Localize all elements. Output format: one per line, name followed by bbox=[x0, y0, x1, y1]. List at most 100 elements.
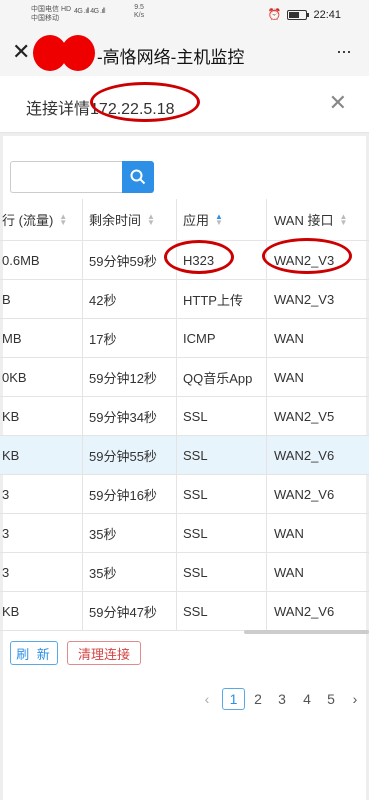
cell-traffic: MB bbox=[2, 330, 22, 346]
table-row[interactable]: KB 59分钟47秒 SSL WAN2_V6 bbox=[0, 592, 369, 631]
cell-traffic: 3 bbox=[2, 486, 10, 502]
cell-wan: WAN2_V6 bbox=[274, 486, 335, 502]
carrier-info: 中国电信 HD 中国移动 bbox=[31, 5, 71, 23]
page-current[interactable]: 1 bbox=[222, 688, 245, 710]
cell-wan: WAN bbox=[274, 330, 304, 346]
column-header-wan[interactable]: WAN 接口 ▲ ▼ bbox=[266, 199, 369, 240]
redaction-mark bbox=[33, 35, 97, 71]
cell-traffic: KB bbox=[2, 447, 20, 463]
column-header-remaining[interactable]: 剩余时间 ▲ ▼ bbox=[82, 199, 176, 240]
close-panel-icon[interactable]: ✕ bbox=[329, 92, 347, 114]
cell-traffic: 0KB bbox=[2, 369, 27, 385]
cell-remaining: 59分钟59秒 bbox=[89, 253, 157, 269]
cell-app: SSL bbox=[183, 447, 208, 463]
ip-address: 172.22.5.18 bbox=[90, 101, 175, 118]
cell-remaining: 59分钟55秒 bbox=[89, 448, 157, 464]
cell-wan: WAN2_V6 bbox=[274, 603, 335, 619]
cell-app: QQ音乐App bbox=[183, 370, 253, 386]
cell-wan: WAN bbox=[274, 564, 304, 580]
column-divider bbox=[266, 199, 267, 631]
signal-icon: 4G .ıll 4G .ıll bbox=[74, 8, 106, 15]
table-row[interactable]: KB 59分钟34秒 SSL WAN2_V5 bbox=[0, 397, 369, 436]
connection-table: 行 (流量) ▲ ▼ 剩余时间 ▲ ▼ 应用 ▲ ▼ WAN 接口 ▲ ▼ 0.6MB 59分钟5… bbox=[0, 199, 369, 631]
table-header-row: 行 (流量) ▲ ▼ 剩余时间 ▲ ▼ 应用 ▲ ▼ WAN 接口 ▲ ▼ bbox=[0, 199, 369, 241]
speed-unit: K/s bbox=[134, 12, 145, 19]
sort-icon[interactable]: ▲ ▼ bbox=[59, 212, 67, 226]
hd-badge: HD bbox=[60, 6, 72, 13]
close-icon[interactable]: ✕ bbox=[12, 40, 30, 64]
cell-remaining: 59分钟12秒 bbox=[89, 370, 157, 386]
cell-wan: WAN2_V3 bbox=[274, 252, 335, 268]
page-title: -高恪网络-主机监控 bbox=[97, 48, 245, 67]
cell-app: H323 bbox=[183, 252, 215, 268]
panel-label: 连接详情 bbox=[26, 101, 91, 118]
cell-remaining: 35秒 bbox=[89, 565, 117, 581]
search-icon bbox=[130, 169, 146, 185]
cell-wan: WAN2_V3 bbox=[274, 291, 335, 307]
column-divider bbox=[176, 199, 177, 631]
column-divider bbox=[82, 199, 83, 631]
cell-wan: WAN2_V5 bbox=[274, 408, 335, 424]
cell-remaining: 59分钟16秒 bbox=[89, 487, 157, 503]
column-header-app[interactable]: 应用 ▲ ▼ bbox=[176, 199, 266, 240]
cell-wan: WAN bbox=[274, 525, 304, 541]
cell-remaining: 42秒 bbox=[89, 292, 117, 308]
app-header: ✕ -高恪网络-主机监控 ··· bbox=[0, 30, 369, 76]
cell-app: SSL bbox=[183, 486, 208, 502]
sort-icon[interactable]: ▲ ▼ bbox=[147, 212, 155, 226]
cell-traffic: KB bbox=[2, 603, 20, 619]
speed-value: 9.5 bbox=[134, 4, 144, 11]
table-row[interactable]: 3 35秒 SSL WAN bbox=[0, 514, 369, 553]
table-row[interactable]: MB 17秒 ICMP WAN bbox=[0, 319, 369, 358]
table-row[interactable]: B 42秒 HTTP上传 WAN2_V3 bbox=[0, 280, 369, 319]
cell-wan: WAN2_V6 bbox=[274, 447, 335, 463]
clear-connections-button[interactable]: 清理连接 bbox=[67, 641, 141, 665]
cell-app: SSL bbox=[183, 603, 208, 619]
status-right: ⏰ 22:41 bbox=[267, 8, 341, 22]
cell-app: HTTP上传 bbox=[183, 292, 243, 308]
search-button[interactable] bbox=[122, 161, 154, 193]
cell-app: ICMP bbox=[183, 330, 216, 346]
table-row[interactable]: 3 35秒 SSL WAN bbox=[0, 553, 369, 592]
battery-icon bbox=[287, 9, 310, 20]
cell-remaining: 17秒 bbox=[89, 331, 117, 347]
search-input[interactable] bbox=[10, 161, 122, 193]
clock: 22:41 bbox=[313, 8, 341, 21]
cell-app: SSL bbox=[183, 564, 208, 580]
horizontal-scrollbar[interactable] bbox=[244, 630, 369, 634]
page-link[interactable]: 2 bbox=[250, 688, 266, 710]
pagination: ‹ 1 2 3 4 5 › bbox=[0, 688, 369, 712]
cell-traffic: B bbox=[2, 291, 11, 307]
next-page-icon[interactable]: › bbox=[348, 688, 362, 710]
cell-app: SSL bbox=[183, 525, 208, 541]
panel-header: 连接详情172.22.5.18 ✕ bbox=[0, 76, 369, 133]
cell-traffic: 3 bbox=[2, 564, 10, 580]
table-row[interactable]: 3 59分钟16秒 SSL WAN2_V6 bbox=[0, 475, 369, 514]
page-link[interactable]: 4 bbox=[299, 688, 315, 710]
panel-title: 连接详情172.22.5.18 bbox=[26, 95, 175, 119]
cell-traffic: 3 bbox=[2, 525, 10, 541]
cell-remaining: 59分钟34秒 bbox=[89, 409, 157, 425]
network-speed: 9.5 K/s bbox=[134, 4, 144, 20]
refresh-button[interactable]: 刷 新 bbox=[10, 641, 58, 665]
table-row[interactable]: KB 59分钟55秒 SSL WAN2_V6 bbox=[0, 436, 369, 475]
cell-traffic: 0.6MB bbox=[2, 252, 40, 268]
cell-remaining: 35秒 bbox=[89, 526, 117, 542]
page-link[interactable]: 3 bbox=[274, 688, 290, 710]
cell-app: SSL bbox=[183, 408, 208, 424]
carrier-2: 中国移动 bbox=[31, 15, 59, 22]
alarm-icon: ⏰ bbox=[267, 9, 282, 21]
more-icon[interactable]: ··· bbox=[336, 42, 352, 60]
cell-traffic: KB bbox=[2, 408, 20, 424]
status-bar: 中国电信 HD 中国移动 4G .ıll 4G .ıll 9.5 K/s ⏰ 2… bbox=[0, 0, 369, 30]
page-link[interactable]: 5 bbox=[323, 688, 339, 710]
sort-icon[interactable]: ▲ ▼ bbox=[339, 212, 347, 226]
sort-active-icon[interactable]: ▲ ▼ bbox=[215, 212, 223, 226]
cell-wan: WAN bbox=[274, 369, 304, 385]
table-row[interactable]: 0KB 59分钟12秒 QQ音乐App WAN bbox=[0, 358, 369, 397]
column-header-traffic[interactable]: 行 (流量) ▲ ▼ bbox=[0, 199, 82, 240]
prev-page-icon[interactable]: ‹ bbox=[200, 688, 214, 710]
cell-remaining: 59分钟47秒 bbox=[89, 604, 157, 620]
carrier-1: 中国电信 bbox=[31, 6, 59, 13]
table-row[interactable]: 0.6MB 59分钟59秒 H323 WAN2_V3 bbox=[0, 241, 369, 280]
